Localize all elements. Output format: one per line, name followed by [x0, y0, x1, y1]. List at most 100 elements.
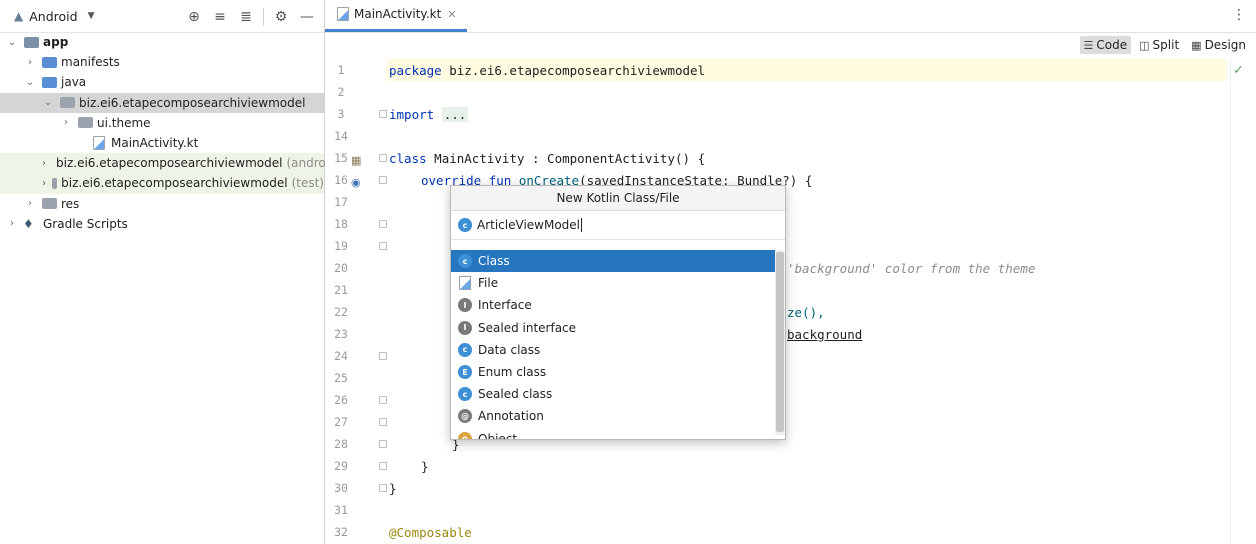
fold-marker-icon[interactable] — [379, 462, 387, 470]
chevron-right-icon[interactable]: › — [6, 218, 18, 229]
gradle-icon: ♦ — [23, 216, 34, 231]
line-number: 22 — [334, 305, 348, 319]
class-name-value[interactable]: ArticleViewModel — [477, 218, 580, 232]
tree-item-main-package[interactable]: ⌄ biz.ei6.etapecomposearchiviewmodel — [0, 92, 324, 113]
design-view-button[interactable]: ▦ Design — [1187, 36, 1250, 54]
chevron-down-icon[interactable]: ⌄ — [24, 77, 36, 88]
list-item-annotation[interactable]: @ Annotation — [451, 405, 775, 427]
project-tool-window: ▲ Android ▼ ⊕ ≡ ≣ ⚙ — ⌄ app › manifests … — [0, 0, 329, 544]
list-item-file[interactable]: File — [451, 272, 775, 294]
code-comment: 'background' color from the theme — [787, 260, 1036, 276]
dialog-title: New Kotlin Class/File — [451, 186, 785, 211]
fold-marker-icon[interactable] — [379, 418, 387, 426]
code-line: import ... — [387, 103, 469, 125]
gear-icon[interactable]: ⚙ — [268, 4, 294, 30]
list-item-sealed-interface[interactable]: I Sealed interface — [451, 317, 775, 339]
line-number: 24 — [334, 349, 348, 363]
locate-icon[interactable]: ⊕ — [181, 4, 207, 30]
fold-marker-icon[interactable] — [379, 352, 387, 360]
fold-marker-icon[interactable] — [379, 154, 387, 162]
tree-item-androidtest-package[interactable]: › biz.ei6.etapecomposearchiviewmodel (an… — [0, 153, 329, 174]
fold-marker-icon[interactable] — [379, 440, 387, 448]
hide-icon[interactable]: — — [294, 4, 320, 30]
code-token: MainActivity : ComponentActivity() { — [426, 150, 706, 166]
tree-item-label: MainActivity.kt — [111, 136, 199, 151]
list-item-enum-class[interactable]: E Enum class — [451, 361, 775, 383]
list-item-label: File — [478, 276, 499, 291]
kind-list: c Class File I Interface I Sealed interf… — [451, 250, 775, 440]
scrollbar-thumb[interactable] — [776, 252, 784, 432]
line-number: 21 — [334, 283, 348, 297]
fold-marker-icon[interactable] — [379, 176, 387, 184]
class-name-input[interactable]: c ArticleViewModel — [451, 211, 785, 240]
list-item-label: Class — [478, 254, 510, 269]
folded-imports[interactable]: ... — [441, 106, 469, 122]
object-icon: o — [458, 431, 472, 439]
class-icon: c — [458, 254, 472, 269]
tree-item-test-package[interactable]: › biz.ei6.etapecomposearchiviewmodel (te… — [0, 173, 324, 194]
list-item-label: Object — [478, 431, 518, 440]
chevron-right-icon[interactable]: › — [42, 178, 46, 189]
tree-item-java[interactable]: ⌄ java — [0, 72, 324, 92]
project-tree: ⌄ app › manifests ⌄ java ⌄ biz.ei6.etape… — [0, 32, 329, 234]
package-icon — [60, 97, 75, 109]
override-gutter-icon[interactable]: ◉ — [351, 176, 365, 189]
editor-tab-bar: MainActivity.kt ✕ ⋮ — [325, 0, 1256, 33]
fold-marker-icon[interactable] — [379, 110, 387, 118]
no-problems-check-icon[interactable]: ✓ — [1233, 63, 1244, 78]
project-view-selector[interactable]: Android — [29, 9, 77, 24]
code-line: } — [387, 455, 429, 477]
line-number: 18 — [334, 217, 348, 231]
code-view-icon: ☰ — [1083, 38, 1094, 52]
fold-marker-icon[interactable] — [379, 220, 387, 228]
list-item-sealed-class[interactable]: c Sealed class — [451, 383, 775, 405]
chevron-right-icon[interactable]: › — [60, 117, 72, 128]
tree-item-label: biz.ei6.etapecomposearchiviewmodel — [56, 156, 283, 171]
collapse-all-icon[interactable]: ≣ — [233, 4, 259, 30]
chevron-right-icon[interactable]: › — [24, 57, 36, 68]
expand-all-icon[interactable]: ≡ — [207, 4, 233, 30]
tree-item-label: Gradle Scripts — [43, 216, 128, 231]
code-view-label: Code — [1096, 38, 1128, 52]
line-number: 17 — [334, 195, 348, 209]
tree-item-suffix: (androi — [286, 156, 330, 171]
editor-scrollbar[interactable] — [1230, 59, 1256, 544]
list-item-interface[interactable]: I Interface — [451, 294, 775, 316]
tree-item-gradle-scripts[interactable]: › ♦ Gradle Scripts — [0, 214, 324, 234]
chevron-down-icon[interactable]: ⌄ — [42, 97, 54, 108]
tree-item-manifests[interactable]: › manifests — [0, 52, 324, 72]
enum-class-icon: E — [458, 365, 472, 380]
tree-item-app[interactable]: ⌄ app — [0, 32, 324, 52]
chevron-right-icon[interactable]: › — [42, 158, 46, 169]
fold-marker-icon[interactable] — [379, 396, 387, 404]
fold-marker-icon[interactable] — [379, 242, 387, 250]
more-options-icon[interactable]: ⋮ — [1232, 7, 1246, 23]
code-view-button[interactable]: ☰ Code — [1079, 36, 1132, 54]
tree-item-ui-theme[interactable]: › ui.theme — [0, 113, 324, 133]
line-number: 32 — [334, 525, 348, 539]
list-item-label: Annotation — [478, 409, 544, 424]
tree-item-mainactivity[interactable]: MainActivity.kt — [0, 133, 324, 153]
sealed-interface-icon: I — [458, 320, 472, 335]
code-token: ze(), — [787, 304, 825, 320]
fold-marker-icon[interactable] — [379, 484, 387, 492]
line-number: 19 — [334, 239, 348, 253]
list-item-class[interactable]: c Class — [451, 250, 775, 273]
list-scrollbar[interactable] — [775, 250, 785, 435]
class-icon: c — [458, 218, 472, 232]
close-icon[interactable]: ✕ — [447, 8, 456, 21]
tab-mainactivity[interactable]: MainActivity.kt ✕ — [325, 0, 467, 32]
list-item-label: Interface — [478, 298, 532, 313]
chevron-down-icon[interactable]: ▼ — [88, 11, 95, 21]
view-mode-bar: ☰ Code ◫ Split ▦ Design — [325, 33, 1256, 57]
split-view-button[interactable]: ◫ Split — [1135, 36, 1183, 54]
list-item-object[interactable]: o Object — [451, 428, 775, 440]
chevron-right-icon[interactable]: › — [24, 198, 36, 209]
list-item-data-class[interactable]: c Data class — [451, 339, 775, 361]
line-number: 20 — [334, 261, 348, 275]
tree-item-res[interactable]: › res — [0, 194, 324, 214]
tree-item-label: app — [43, 35, 69, 50]
chevron-down-icon[interactable]: ⌄ — [6, 37, 18, 48]
activity-gutter-icon[interactable]: ▦ — [351, 154, 365, 167]
tree-item-label: manifests — [61, 55, 120, 70]
